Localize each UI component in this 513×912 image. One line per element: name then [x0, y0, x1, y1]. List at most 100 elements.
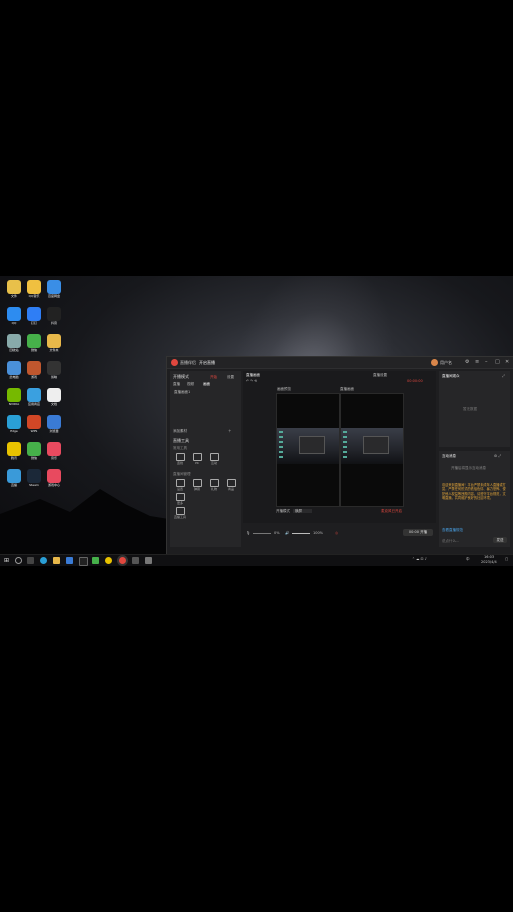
- desktop-icon[interactable]: 剪映: [44, 361, 64, 379]
- desktop-icon[interactable]: 应用商店: [24, 388, 44, 406]
- expand-icon[interactable]: ⤢: [502, 374, 505, 378]
- tool-button[interactable]: 弹幕: [189, 479, 205, 491]
- tool-button[interactable]: 互动: [206, 453, 222, 465]
- desktop-icon-label: 浏览器: [49, 429, 59, 433]
- scene-item[interactable]: 直播画面1: [174, 390, 190, 394]
- speaker-icon[interactable]: 🔊: [285, 531, 289, 535]
- preview-left[interactable]: [276, 393, 340, 507]
- add-source-button[interactable]: 添加素材: [173, 429, 187, 433]
- tool-label: 设置: [176, 487, 183, 491]
- desktop-icon-label: 游戏: [30, 375, 37, 379]
- misc-icon[interactable]: [145, 557, 152, 564]
- desktop-icon[interactable]: 文件: [4, 280, 24, 298]
- tool-icon: [226, 479, 236, 487]
- desktop-icon[interactable]: 直播: [4, 469, 24, 487]
- speaker-volume-value: 100%: [313, 531, 324, 535]
- desktop-icon[interactable]: WPS: [24, 415, 44, 433]
- speaker-volume-slider[interactable]: [292, 533, 310, 534]
- add-icon[interactable]: ＋: [228, 429, 232, 433]
- edge-icon[interactable]: [40, 557, 47, 564]
- tool-icon: [192, 453, 202, 461]
- store-icon[interactable]: [66, 557, 73, 564]
- app-icon: [47, 307, 61, 321]
- desktop-icon-label: 百度网盘: [47, 294, 60, 298]
- desktop-icon[interactable]: 此电脑: [4, 361, 24, 379]
- desktop-icon[interactable]: 浏览器: [44, 415, 64, 433]
- desktop-icon[interactable]: 百度网盘: [44, 280, 64, 298]
- rules-link[interactable]: 查看直播规范: [442, 528, 463, 532]
- chat-input[interactable]: 说点什么...: [442, 539, 459, 543]
- record-icon[interactable]: ◎: [335, 531, 338, 535]
- tool-button[interactable]: 礼物: [206, 479, 222, 491]
- tool-button[interactable]: 商品: [223, 479, 239, 491]
- message-notice: 开播后将显示互动消息: [451, 466, 486, 470]
- app-logo-icon: [171, 359, 178, 366]
- minimize-icon[interactable]: –: [485, 359, 488, 365]
- preview-right[interactable]: [340, 393, 404, 507]
- desktop-icon[interactable]: Steam: [24, 469, 44, 487]
- desktop-icon[interactable]: 回收站: [4, 334, 24, 352]
- mic-volume-slider[interactable]: [253, 533, 271, 534]
- clock-time[interactable]: 16:03: [484, 555, 494, 559]
- tab-live[interactable]: 开启直播: [199, 360, 215, 365]
- tab-video-source[interactable]: 视频: [187, 382, 194, 386]
- tool-icon: [175, 507, 185, 515]
- send-button[interactable]: 发送: [493, 537, 507, 543]
- tool-button[interactable]: 连线: [172, 453, 188, 465]
- task-view-icon[interactable]: [27, 557, 34, 564]
- desktop-icon[interactable]: 钉钉: [24, 307, 44, 325]
- app-icon[interactable]: [105, 557, 112, 564]
- search-icon[interactable]: [15, 557, 22, 564]
- app-icon: [47, 469, 61, 483]
- ime-indicator[interactable]: 中: [466, 557, 470, 561]
- tool-label: 更多: [176, 501, 183, 505]
- mic-icon[interactable]: 🎙: [246, 531, 250, 535]
- preview-left-image: [277, 428, 339, 464]
- clock-date[interactable]: 2023/4/4: [481, 560, 497, 564]
- desktop-icon-label: QQ音乐: [28, 294, 40, 298]
- maximize-icon[interactable]: □: [495, 359, 500, 365]
- center-header-right[interactable]: 直播设置: [373, 373, 387, 377]
- desktop-icon[interactable]: 游戏: [24, 361, 44, 379]
- desktop-icon[interactable]: 文档: [44, 388, 64, 406]
- tab-scene-source[interactable]: 画面: [203, 382, 210, 386]
- tool-button[interactable]: PK: [189, 453, 205, 465]
- desktop-icon-label: 直播: [10, 483, 17, 487]
- undo-icon[interactable]: ↶ ↷ ⟲: [246, 379, 257, 383]
- file-explorer-icon[interactable]: [53, 557, 60, 564]
- username[interactable]: 用户名: [440, 360, 452, 365]
- desktop-icon[interactable]: QQ音乐: [24, 280, 44, 298]
- desktop-icon[interactable]: Edge: [4, 415, 24, 433]
- menu-icon[interactable]: ≡: [475, 359, 479, 365]
- notification-icon[interactable]: ▢: [505, 557, 508, 561]
- capture-icon[interactable]: [132, 557, 139, 564]
- start-link[interactable]: 开始: [210, 375, 217, 379]
- tool-button[interactable]: 更多: [172, 493, 188, 505]
- tray-icons[interactable]: ⌃ ☁ ⊡ ♪: [412, 557, 427, 561]
- desktop-icon[interactable]: NVIDIA: [4, 388, 24, 406]
- close-icon[interactable]: ✕: [505, 359, 509, 365]
- app-icon: [27, 469, 41, 483]
- tool-button[interactable]: 直播工具: [172, 507, 188, 519]
- desktop-icon[interactable]: 腾讯: [4, 442, 24, 460]
- desktop-icon[interactable]: 微信: [24, 442, 44, 460]
- tiktok-icon[interactable]: [79, 557, 88, 566]
- tool-button[interactable]: 设置: [172, 479, 188, 491]
- live-app-taskbar-icon[interactable]: [119, 557, 126, 564]
- tool-icon: [175, 493, 185, 501]
- wechat-icon[interactable]: [92, 557, 99, 564]
- settings-icon[interactable]: ⚙: [465, 359, 469, 365]
- tab-live-source[interactable]: 直播: [173, 382, 180, 386]
- mode-select[interactable]: 横屏: [293, 509, 312, 513]
- desktop-icon[interactable]: 音乐: [44, 442, 64, 460]
- desktop-icon[interactable]: 微信: [24, 334, 44, 352]
- desktop-icon[interactable]: 游戏中心: [44, 469, 64, 487]
- message-settings-icon[interactable]: ⚙ ⤢: [494, 454, 501, 458]
- desktop-icon[interactable]: 文件夹: [44, 334, 64, 352]
- windows-start-icon[interactable]: ⊞: [4, 557, 11, 564]
- desktop-icon[interactable]: QQ: [4, 307, 24, 325]
- settings-link[interactable]: 设置: [227, 375, 234, 379]
- start-live-button[interactable]: 00:00 开播: [403, 529, 433, 536]
- avatar[interactable]: [431, 359, 438, 366]
- desktop-icon[interactable]: 抖音: [44, 307, 64, 325]
